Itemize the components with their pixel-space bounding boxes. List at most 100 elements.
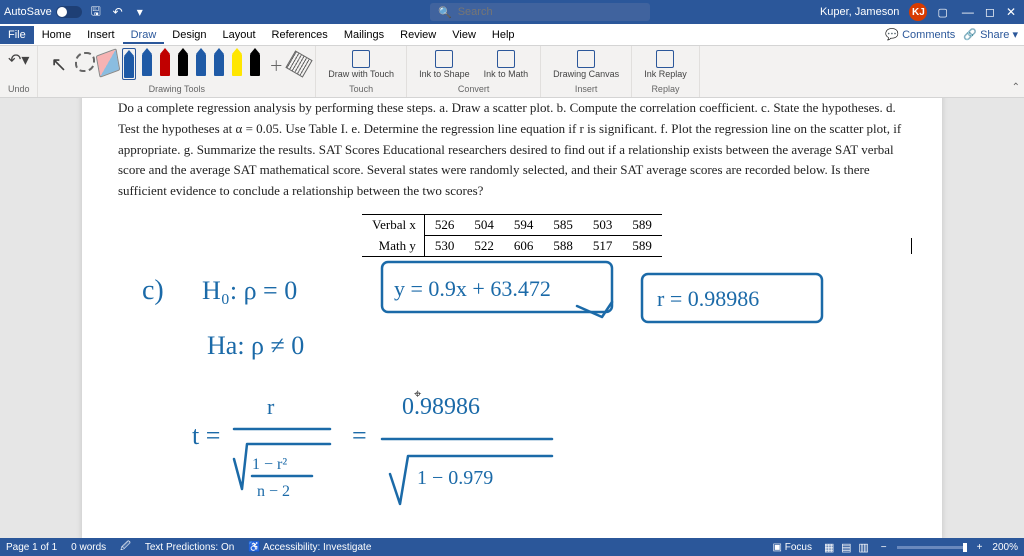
ribbon-display-icon[interactable]: ▢ bbox=[937, 6, 947, 19]
touch-icon bbox=[352, 50, 370, 68]
zoom-out-button[interactable]: − bbox=[881, 542, 887, 553]
group-label-tools: Drawing Tools bbox=[149, 84, 205, 94]
close-button[interactable]: ✕ bbox=[1006, 5, 1016, 19]
document-area[interactable]: Do a complete regression analysis by per… bbox=[0, 98, 1024, 538]
qat-customize-icon[interactable]: ▾ bbox=[132, 4, 148, 20]
eraser-icon[interactable] bbox=[96, 48, 121, 78]
status-predictions[interactable]: Text Predictions: On bbox=[145, 542, 234, 553]
ink-math-icon bbox=[497, 50, 515, 68]
tab-design[interactable]: Design bbox=[164, 26, 214, 44]
status-accessibility[interactable]: ♿ Accessibility: Investigate bbox=[248, 542, 371, 553]
autosave-control[interactable]: AutoSave bbox=[4, 6, 82, 18]
group-label-replay: Replay bbox=[651, 84, 679, 94]
pen-6[interactable] bbox=[212, 48, 226, 80]
status-words[interactable]: 0 words bbox=[71, 542, 106, 553]
web-layout-icon[interactable]: ▥ bbox=[858, 542, 868, 554]
search-input[interactable] bbox=[458, 6, 642, 18]
pen-8[interactable] bbox=[248, 48, 262, 80]
status-page[interactable]: Page 1 of 1 bbox=[6, 542, 57, 553]
svg-text:=: = bbox=[352, 421, 367, 450]
tab-references[interactable]: References bbox=[264, 26, 336, 44]
user-name[interactable]: Kuper, Jameson bbox=[820, 6, 900, 18]
svg-text:1 − r²: 1 − r² bbox=[252, 456, 287, 473]
ink-regression: y = 0.9x + 63.472 bbox=[394, 276, 551, 301]
print-layout-icon[interactable]: ▤ bbox=[841, 542, 851, 554]
maximize-button[interactable]: ◻ bbox=[985, 5, 995, 19]
group-label-touch: Touch bbox=[349, 84, 373, 94]
group-label-convert: Convert bbox=[458, 84, 490, 94]
select-cursor-icon[interactable]: ↖ bbox=[44, 48, 73, 81]
tab-help[interactable]: Help bbox=[484, 26, 523, 44]
undo-icon[interactable]: ↶ bbox=[110, 4, 126, 20]
collapse-ribbon-icon[interactable]: ⌃ bbox=[1008, 78, 1024, 97]
autosave-label: AutoSave bbox=[4, 6, 52, 18]
focus-mode-button[interactable]: ▣ Focus bbox=[772, 542, 811, 553]
tab-review[interactable]: Review bbox=[392, 26, 444, 44]
view-buttons: ▦ ▤ ▥ bbox=[822, 541, 871, 554]
status-bar: Page 1 of 1 0 words 🖉 Text Predictions: … bbox=[0, 538, 1024, 556]
group-label-insert: Insert bbox=[575, 84, 598, 94]
tab-mailings[interactable]: Mailings bbox=[336, 26, 392, 44]
group-drawing-tools: ↖ ＋ Drawing Tools bbox=[38, 46, 316, 97]
svg-text:Ha: ρ ≠ 0: Ha: ρ ≠ 0 bbox=[207, 331, 304, 360]
save-icon[interactable]: 🖫 bbox=[88, 4, 104, 20]
tab-layout[interactable]: Layout bbox=[215, 26, 264, 44]
ink-replay-button[interactable]: Ink Replay bbox=[638, 48, 693, 82]
pen-1[interactable] bbox=[122, 48, 136, 80]
undo-button-icon[interactable]: ↶▾ bbox=[6, 48, 31, 72]
quick-access-toolbar: 🖫 ↶ ▾ bbox=[88, 4, 148, 20]
ink-part-label: c) bbox=[142, 275, 164, 306]
canvas-icon bbox=[577, 50, 595, 68]
zoom-slider[interactable] bbox=[897, 546, 967, 549]
pen-2[interactable] bbox=[140, 48, 154, 80]
search-icon: 🔍 bbox=[438, 6, 452, 19]
ribbon: ↶▾ Undo ↖ ＋ Drawing Tools Draw with Touc… bbox=[0, 46, 1024, 98]
zoom-in-button[interactable]: + bbox=[977, 542, 983, 553]
tab-insert[interactable]: Insert bbox=[79, 26, 123, 44]
autosave-toggle-icon[interactable] bbox=[56, 6, 82, 18]
pen-5[interactable] bbox=[194, 48, 208, 80]
comments-button[interactable]: 💬 Comments bbox=[885, 28, 955, 41]
ink-layer: c) H₀: ρ = 0 Ha: ρ ≠ 0 y = 0.9x + 63.472… bbox=[82, 244, 942, 538]
group-insert: Drawing Canvas Insert bbox=[541, 46, 632, 97]
tab-draw[interactable]: Draw bbox=[123, 26, 165, 44]
pen-3[interactable] bbox=[158, 48, 172, 80]
ink-to-math-button[interactable]: Ink to Math bbox=[478, 48, 535, 82]
ruler-icon[interactable] bbox=[286, 50, 313, 77]
ink-r-value: r = 0.98986 bbox=[657, 286, 759, 311]
svg-text:n − 2: n − 2 bbox=[257, 483, 290, 500]
svg-text:t =: t = bbox=[192, 421, 220, 450]
window-buttons: — ◻ ✕ bbox=[958, 5, 1020, 19]
group-undo: ↶▾ Undo bbox=[0, 46, 38, 97]
pen-4[interactable] bbox=[176, 48, 190, 80]
row-label-verbal: Verbal x bbox=[362, 214, 424, 235]
drawing-canvas-button[interactable]: Drawing Canvas bbox=[547, 48, 625, 82]
zoom-level[interactable]: 200% bbox=[992, 542, 1018, 553]
replay-icon bbox=[656, 50, 674, 68]
group-touch: Draw with Touch Touch bbox=[316, 46, 407, 97]
search-box[interactable]: 🔍 bbox=[430, 3, 650, 21]
tab-home[interactable]: Home bbox=[34, 26, 79, 44]
ink-to-shape-button[interactable]: Ink to Shape bbox=[413, 48, 476, 82]
user-avatar-icon[interactable]: KJ bbox=[909, 3, 927, 21]
svg-text:r: r bbox=[267, 394, 275, 419]
ink-t-denominator: 1 − 0.979 bbox=[417, 467, 493, 489]
share-button[interactable]: 🔗 Share ▾ bbox=[963, 28, 1018, 41]
add-pen-icon[interactable]: ＋ bbox=[265, 48, 287, 84]
mouse-cursor-icon: ⌖ bbox=[414, 386, 421, 402]
group-label-undo: Undo bbox=[8, 84, 30, 94]
highlighter-yellow[interactable] bbox=[230, 48, 244, 80]
lasso-select-icon[interactable] bbox=[75, 52, 95, 72]
problem-text: Do a complete regression analysis by per… bbox=[118, 98, 906, 202]
minimize-button[interactable]: — bbox=[962, 5, 974, 19]
table-row: Verbal x 526 504 594 585 503 589 bbox=[362, 214, 662, 235]
tab-view[interactable]: View bbox=[444, 26, 484, 44]
page[interactable]: Do a complete regression analysis by per… bbox=[82, 98, 942, 538]
draw-with-touch-button[interactable]: Draw with Touch bbox=[322, 48, 400, 82]
status-language-icon[interactable]: 🖉 bbox=[120, 539, 131, 556]
read-mode-icon[interactable]: ▦ bbox=[824, 542, 834, 554]
ink-shape-icon bbox=[435, 50, 453, 68]
svg-text:H₀: ρ = 0: H₀: ρ = 0 bbox=[202, 276, 297, 305]
tab-file[interactable]: File bbox=[0, 26, 34, 44]
title-bar: AutoSave 🖫 ↶ ▾ Document1 - Word 🔍 Kuper,… bbox=[0, 0, 1024, 24]
